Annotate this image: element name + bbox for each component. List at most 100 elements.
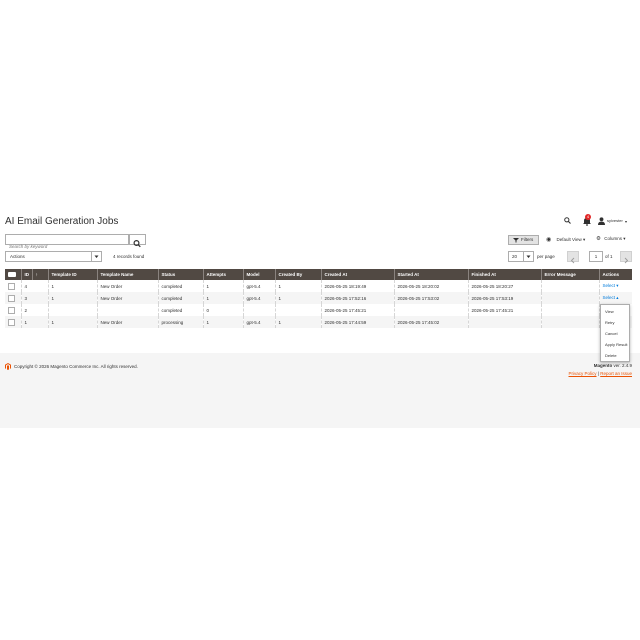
- cell-finished-at: 2026-05-25 17:53:19: [467, 292, 541, 304]
- default-view-button[interactable]: ◉ Default View ▾: [546, 236, 585, 243]
- magento-logo-icon: [5, 363, 11, 370]
- sort-arrow-icon[interactable]: ↑: [31, 269, 48, 280]
- chevron-down-icon: [91, 252, 101, 261]
- grid-header-row: ID ↑ Template ID Template Name Status At…: [5, 269, 632, 280]
- cell-actions: Select ▴: [598, 292, 632, 304]
- select-action-link[interactable]: Select ▴: [603, 295, 619, 300]
- cell-created-at: 2026-05-25 18:19:49: [320, 280, 394, 292]
- footer-links: Privacy Policy | Report an Issue: [569, 371, 633, 376]
- chevron-right-icon: [624, 257, 629, 264]
- cell-template-id: 1: [47, 316, 97, 328]
- row-checkbox-cell[interactable]: [5, 304, 21, 316]
- row-checkbox[interactable]: [8, 306, 15, 314]
- default-view-label: Default View: [556, 237, 582, 242]
- col-header-id[interactable]: ID: [20, 269, 32, 280]
- cell-status: processing: [157, 316, 203, 328]
- col-header-model[interactable]: Model: [242, 269, 275, 280]
- filters-label: Filters: [521, 237, 534, 242]
- row-checkbox[interactable]: [8, 282, 15, 290]
- cell-finished-at: 2026-05-25 18:20:27: [467, 280, 541, 292]
- menu-item-view[interactable]: View: [605, 309, 614, 314]
- cell-created-by: [274, 304, 321, 316]
- cell-model: gpt-5.4: [242, 280, 275, 292]
- columns-button[interactable]: ⚙ Columns ▾: [596, 236, 626, 242]
- search-field[interactable]: [5, 234, 129, 251]
- cell-model: gpt-5.4: [242, 316, 275, 328]
- menu-item-retry[interactable]: Retry: [605, 320, 615, 325]
- mass-actions-select[interactable]: Actions: [5, 251, 102, 262]
- col-header-template-id[interactable]: Template ID: [47, 269, 97, 280]
- search-icon[interactable]: [564, 217, 571, 224]
- cell-finished-at: 2026-05-25 17:45:21: [467, 304, 541, 316]
- cell-created-by: 1: [274, 316, 321, 328]
- select-action-label: Select: [602, 295, 616, 300]
- search-button[interactable]: [129, 234, 146, 248]
- version-info: Magento ver. 2.4.9: [594, 363, 632, 368]
- filters-button[interactable]: Filters: [508, 235, 539, 245]
- row-checkbox-cell[interactable]: [5, 316, 21, 328]
- row-checkbox[interactable]: [8, 294, 15, 302]
- records-found: 4 records found: [113, 254, 145, 259]
- main-content: AI Email Generation Jobs 4 sylvester ▾ S…: [0, 205, 640, 362]
- cell-error-message: [540, 292, 599, 304]
- per-page-value: 20: [512, 254, 518, 259]
- gear-icon: ⚙: [596, 236, 601, 242]
- search-input[interactable]: [6, 242, 119, 251]
- next-page-button[interactable]: [620, 251, 632, 264]
- menu-item-cancel[interactable]: Cancel: [605, 331, 617, 336]
- cell-attempts: 0: [202, 304, 243, 316]
- page-title: AI Email Generation Jobs: [5, 216, 119, 227]
- cell-actions: Select ▾: [598, 280, 632, 292]
- page-total: of 1: [605, 254, 613, 259]
- per-page-select[interactable]: 20: [508, 251, 534, 262]
- cell-attempts: 1: [202, 280, 243, 292]
- table-row[interactable]: 1 1 New Order processing 1 gpt-5.4 1 202…: [5, 316, 632, 328]
- col-header-finished-at[interactable]: Finished At: [467, 269, 541, 280]
- table-row[interactable]: 2 completed 0 2026-05-25 17:45:21 2026-0…: [5, 304, 632, 316]
- user-icon[interactable]: [598, 217, 605, 225]
- privacy-policy-link[interactable]: Privacy Policy: [569, 371, 597, 376]
- cell-finished-at: [467, 316, 541, 328]
- search-icon: [133, 239, 141, 248]
- col-header-actions: Actions: [598, 269, 632, 280]
- table-row[interactable]: 3 1 New Order completed 1 gpt-5.4 1 2026…: [5, 292, 632, 304]
- row-checkbox[interactable]: [8, 318, 15, 326]
- select-action-label: Select: [602, 283, 616, 288]
- cell-model: [242, 304, 275, 316]
- select-action-link[interactable]: Select ▾: [603, 283, 619, 288]
- filter-icon: [513, 238, 519, 243]
- col-header-attempts[interactable]: Attempts: [202, 269, 243, 280]
- col-header-error-message[interactable]: Error Message: [540, 269, 599, 280]
- columns-label: Columns: [604, 236, 622, 241]
- previous-page-button[interactable]: [567, 251, 579, 264]
- cell-created-by: 1: [274, 280, 321, 292]
- cell-attempts: 1: [202, 316, 243, 328]
- col-header-template-name[interactable]: Template Name: [96, 269, 158, 280]
- col-header-status[interactable]: Status: [157, 269, 203, 280]
- notifications-badge: 4: [585, 214, 591, 220]
- copyright-text: Copyright © 2026 Magento Commerce Inc. A…: [14, 364, 138, 369]
- col-header-started-at[interactable]: Started At: [393, 269, 468, 280]
- report-issue-link[interactable]: Report an Issue: [600, 371, 632, 376]
- col-header-created-at[interactable]: Created At: [320, 269, 394, 280]
- chevron-up-icon: ▴: [616, 295, 619, 300]
- cell-template-name: New Order: [96, 316, 158, 328]
- cell-id: 1: [20, 316, 48, 328]
- user-name[interactable]: sylvester: [607, 218, 623, 223]
- menu-item-apply-result[interactable]: Apply Result: [605, 342, 627, 347]
- chevron-down-icon[interactable]: ▾: [625, 219, 627, 224]
- row-actions-menu: View Retry Cancel Apply Result Delete: [600, 304, 630, 362]
- table-row[interactable]: 4 1 New Order completed 1 gpt-5.4 1 2026…: [5, 280, 632, 292]
- page-number-input[interactable]: 1: [589, 251, 603, 262]
- row-checkbox-cell[interactable]: [5, 280, 21, 292]
- mass-select-header[interactable]: [5, 269, 21, 280]
- mass-actions-label: Actions: [10, 254, 25, 259]
- cell-id: 4: [20, 280, 48, 292]
- cell-template-id: 1: [47, 280, 97, 292]
- row-checkbox-cell[interactable]: [5, 292, 21, 304]
- col-header-created-by[interactable]: Created By: [274, 269, 321, 280]
- menu-item-delete[interactable]: Delete: [605, 353, 617, 358]
- cell-status: completed: [157, 304, 203, 316]
- mass-select-checkbox[interactable]: [8, 272, 16, 278]
- per-page-label: per page: [537, 254, 555, 259]
